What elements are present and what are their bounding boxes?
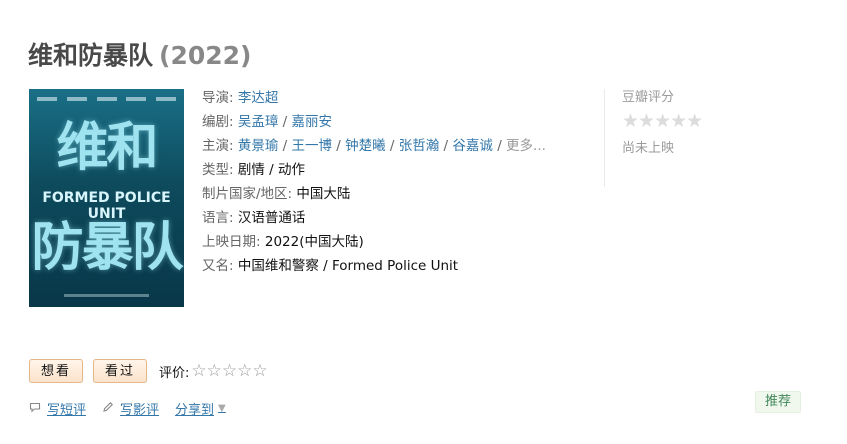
language-label: 语言: bbox=[202, 210, 234, 226]
cast-row: 主演: 黄景瑜 / 王一博 / 钟楚曦 / 张哲瀚 / 谷嘉诚 / 更多... bbox=[202, 138, 546, 154]
writer-row: 编剧: 吴孟璋 / 嘉丽安 bbox=[202, 114, 332, 130]
language-value: 汉语普通话 bbox=[237, 210, 306, 226]
director-row: 导演: 李达超 bbox=[202, 90, 279, 106]
cast-link[interactable]: 钟楚曦 bbox=[345, 138, 386, 154]
comment-icon bbox=[29, 401, 41, 416]
rating-stars-icon: ★★★★★ bbox=[622, 110, 703, 132]
movie-info: 导演: 李达超 编剧: 吴孟璋 / 嘉丽安 主演: 黄景瑜 / 王一博 / 钟楚… bbox=[202, 86, 546, 278]
cast-link[interactable]: 谷嘉诚 bbox=[452, 138, 493, 154]
aka-label: 又名: bbox=[202, 258, 234, 274]
director-label: 导演 bbox=[202, 90, 229, 106]
aka-row: 又名: 中国维和警察 / Formed Police Unit bbox=[202, 254, 546, 278]
my-rating-stars-icon[interactable]: ☆☆☆☆☆ bbox=[191, 361, 267, 381]
cast-link[interactable]: 黄景瑜 bbox=[238, 138, 279, 154]
genre-label: 类型: bbox=[202, 162, 234, 178]
cast-more-link[interactable]: 更多... bbox=[506, 138, 546, 154]
genre-row: 类型: 剧情 / 动作 bbox=[202, 158, 546, 182]
writer-label: 编剧 bbox=[202, 114, 229, 130]
genre-value: 剧情 / 动作 bbox=[237, 162, 305, 178]
watched-button[interactable]: 看过 bbox=[93, 359, 148, 383]
country-value: 中国大陆 bbox=[296, 186, 351, 202]
country-row: 制片国家/地区: 中国大陆 bbox=[202, 182, 546, 206]
action-bar: 想看 看过 评价: ☆☆☆☆☆ bbox=[29, 359, 268, 383]
director-link[interactable]: 李达超 bbox=[238, 90, 279, 106]
write-review-link[interactable]: 写影评 bbox=[102, 399, 159, 418]
writer-link[interactable]: 吴孟璋 bbox=[238, 114, 279, 130]
rating-panel: 豆瓣评分 ★★★★★ 尚未上映 bbox=[622, 86, 703, 156]
share-dropdown[interactable]: 分享到 ▼ bbox=[175, 399, 226, 418]
writer-link[interactable]: 嘉丽安 bbox=[291, 114, 332, 130]
movie-year: (2022) bbox=[159, 41, 252, 70]
poster-footer bbox=[64, 294, 149, 297]
language-row: 语言: 汉语普通话 bbox=[202, 206, 546, 230]
poster-credits bbox=[37, 97, 176, 105]
release-label: 上映日期: bbox=[202, 234, 261, 250]
share-label: 分享到 bbox=[175, 403, 215, 418]
write-short-review-link[interactable]: 写短评 bbox=[29, 399, 86, 418]
poster-title-bottom: 防暴队 bbox=[31, 218, 183, 278]
release-row: 上映日期: 2022(中国大陆) bbox=[202, 230, 546, 254]
cast-label: 主演 bbox=[202, 138, 229, 154]
want-to-watch-button[interactable]: 想看 bbox=[29, 359, 84, 383]
page-title: 维和防暴队 (2022) bbox=[28, 36, 251, 72]
write-review-label: 写影评 bbox=[120, 403, 160, 418]
divider bbox=[604, 89, 605, 187]
country-label: 制片国家/地区: bbox=[202, 186, 293, 202]
cast-link[interactable]: 张哲瀚 bbox=[399, 138, 440, 154]
release-value: 2022(中国大陆) bbox=[264, 234, 364, 250]
write-short-review-label: 写短评 bbox=[47, 403, 87, 418]
rating-status: 尚未上映 bbox=[622, 141, 675, 156]
movie-poster[interactable]: 维和 FORMED POLICE UNIT 防暴队 bbox=[29, 89, 184, 307]
rating-label: 豆瓣评分 bbox=[622, 90, 675, 105]
bottom-links: 写短评 写影评 分享到 ▼ bbox=[29, 399, 242, 418]
poster-title-top: 维和 bbox=[56, 118, 158, 178]
aka-value: 中国维和警察 / Formed Police Unit bbox=[237, 258, 459, 274]
recommend-button[interactable]: 推荐 bbox=[755, 391, 802, 413]
pencil-icon bbox=[102, 401, 114, 416]
cast-link[interactable]: 王一博 bbox=[291, 138, 332, 154]
movie-title: 维和防暴队 bbox=[28, 41, 154, 70]
rate-label: 评价: bbox=[159, 365, 190, 381]
caret-down-icon: ▼ bbox=[218, 403, 226, 414]
